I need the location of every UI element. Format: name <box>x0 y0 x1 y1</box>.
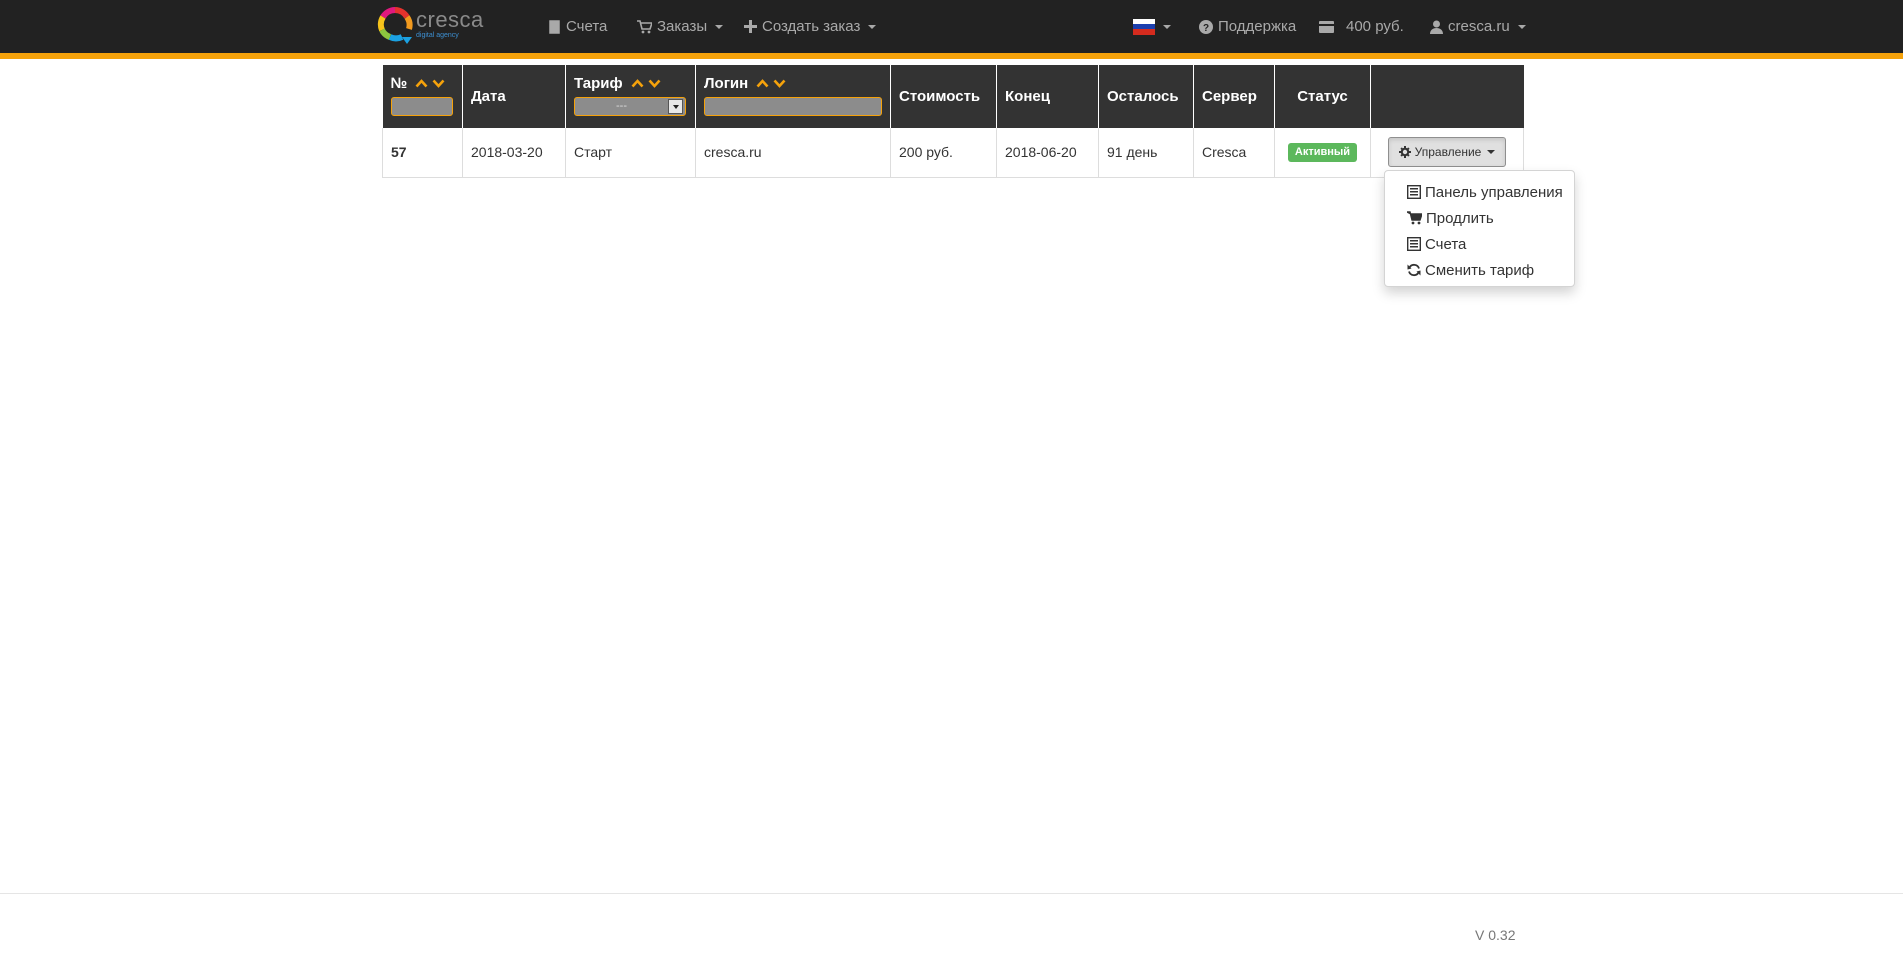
column-header-label: Стоимость <box>899 88 981 105</box>
tariff-filter-value: --- <box>616 100 627 112</box>
sort-asc-icon[interactable] <box>631 78 644 88</box>
manage-button-label: Управление <box>1414 145 1482 160</box>
logo-ring-icon <box>377 7 413 44</box>
nav-create-order[interactable]: Создать заказ <box>744 0 877 53</box>
svg-text:?: ? <box>1203 23 1209 34</box>
sort-controls <box>631 78 661 88</box>
cart-icon <box>637 19 652 33</box>
nav-user-menu[interactable]: cresca.ru <box>1430 0 1526 53</box>
chevron-down-icon <box>715 24 724 29</box>
manage-dropdown-button[interactable]: Управление <box>1387 137 1507 168</box>
nav-support-label: Поддержка <box>1218 18 1297 35</box>
menu-item-label: Счета <box>1425 235 1467 253</box>
cell-date: 2018-03-20 <box>462 128 566 178</box>
column-header-remaining: Осталось <box>1098 65 1194 128</box>
nav-create-order-label: Создать заказ <box>762 18 861 35</box>
sort-desc-icon[interactable] <box>773 79 786 88</box>
menu-item-change-tariff[interactable]: Сменить тариф <box>1385 257 1574 283</box>
brand-logo[interactable]: cresca digital agency <box>376 4 483 48</box>
column-header-tariff: Тариф --- <box>565 65 696 128</box>
list-alt-icon <box>1407 237 1421 251</box>
cell-cost: 200 руб. <box>890 128 997 178</box>
status-badge: Активный <box>1287 143 1358 163</box>
nav-balance-label: 400 руб. <box>1346 18 1404 35</box>
sort-desc-icon[interactable] <box>432 79 445 88</box>
cart-icon <box>1407 211 1422 225</box>
menu-item-invoices[interactable]: Счета <box>1385 231 1574 257</box>
russia-flag-icon <box>1133 18 1155 35</box>
credit-card-icon <box>1319 20 1334 33</box>
column-header-server: Сервер <box>1193 65 1275 128</box>
sort-asc-icon[interactable] <box>756 78 769 88</box>
column-header-label: Статус <box>1297 88 1348 105</box>
column-header-label: Логин <box>704 74 749 92</box>
chevron-down-icon <box>1517 24 1526 29</box>
menu-item-label: Продлить <box>1426 209 1494 227</box>
nav-invoices-label: Счета <box>566 18 608 35</box>
column-header-date: Дата <box>462 65 566 128</box>
column-header-label: Дата <box>471 88 506 105</box>
chevron-down-icon <box>1487 150 1496 155</box>
menu-item-label: Панель управления <box>1425 183 1563 201</box>
plus-icon <box>744 20 757 33</box>
number-filter-input[interactable] <box>390 97 453 116</box>
nav-orders[interactable]: Заказы <box>637 0 724 53</box>
chevron-down-icon <box>1163 24 1171 29</box>
sort-controls <box>756 78 786 88</box>
column-header-label: Осталось <box>1107 88 1179 105</box>
login-filter-input[interactable] <box>704 97 882 116</box>
column-header-label: Сервер <box>1202 88 1257 105</box>
cell-end: 2018-06-20 <box>996 128 1099 178</box>
cell-login: cresca.ru <box>695 128 891 178</box>
app-version: V 0.32 <box>1475 927 1516 943</box>
nav-orders-label: Заказы <box>657 18 708 35</box>
top-navbar: cresca digital agency Счета Заказы Созда… <box>0 0 1903 59</box>
column-header-end: Конец <box>996 65 1099 128</box>
sort-controls <box>415 78 445 88</box>
menu-item-control-panel[interactable]: Панель управления <box>1385 179 1574 205</box>
cell-number: 57 <box>382 128 463 178</box>
book-icon <box>549 19 560 34</box>
cell-tariff: Старт <box>565 128 696 178</box>
user-icon <box>1430 20 1443 34</box>
footer-divider <box>0 893 1903 894</box>
nav-balance[interactable]: 400 руб. <box>1319 0 1404 53</box>
brand-name: cresca <box>416 7 484 32</box>
column-header-number: № <box>382 65 463 128</box>
language-selector[interactable] <box>1133 0 1171 53</box>
sort-desc-icon[interactable] <box>648 79 661 88</box>
menu-item-label: Сменить тариф <box>1425 261 1535 279</box>
menu-item-renew[interactable]: Продлить <box>1385 205 1574 231</box>
table-row: 57 2018-03-20 Старт cresca.ru 200 руб. 2… <box>382 128 1524 178</box>
cell-remaining: 91 день <box>1098 128 1194 178</box>
list-alt-icon <box>1407 185 1421 199</box>
nav-invoices[interactable]: Счета <box>549 0 607 53</box>
nav-user-label: cresca.ru <box>1448 18 1510 35</box>
column-header-label: Конец <box>1005 88 1050 105</box>
manage-dropdown-menu: Панель управления Продлить Счета Сменить… <box>1384 170 1575 287</box>
cell-status: Активный <box>1274 128 1371 178</box>
chevron-down-icon <box>868 24 877 29</box>
column-header-label: Тариф <box>574 74 623 92</box>
nav-support[interactable]: ? Поддержка <box>1199 0 1296 53</box>
sort-asc-icon[interactable] <box>415 78 428 88</box>
cell-server: Cresca <box>1193 128 1275 178</box>
tariff-filter-select[interactable]: --- <box>574 97 686 116</box>
question-circle-icon: ? <box>1199 19 1213 34</box>
brand-tagline: digital agency <box>416 32 459 39</box>
orders-table: № Дата Тариф --- Логин Стоимость Конец О… <box>382 65 1524 178</box>
column-header-label: № <box>390 74 408 92</box>
refresh-icon <box>1407 263 1421 277</box>
column-header-cost: Стоимость <box>890 65 997 128</box>
table-header-row: № Дата Тариф --- Логин Стоимость Конец О… <box>382 65 1524 128</box>
column-header-actions <box>1370 65 1524 128</box>
gear-icon <box>1398 146 1411 159</box>
column-header-status: Статус <box>1274 65 1371 128</box>
select-arrow-icon <box>668 99 683 114</box>
column-header-login: Логин <box>695 65 891 128</box>
